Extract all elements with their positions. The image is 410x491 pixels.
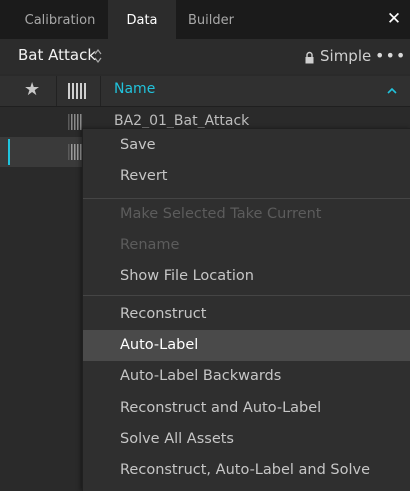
- menu-item-label: Reconstruct: [120, 306, 207, 322]
- barcode-icon[interactable]: [67, 83, 87, 99]
- menu-item-label: Revert: [120, 168, 168, 184]
- menu-item-label: Auto-Label Backwards: [120, 368, 282, 384]
- context-menu: Save Revert Make Selected Take Current R…: [82, 128, 410, 491]
- menu-item-auto-label[interactable]: Auto-Label: [83, 330, 410, 361]
- menu-item-reconstruct-auto-label-and-solve[interactable]: Reconstruct, Auto-Label and Solve: [83, 455, 410, 486]
- menu-item-reconstruct[interactable]: Reconstruct: [83, 299, 410, 330]
- menu-item-auto-label-backwards[interactable]: Auto-Label Backwards: [83, 361, 410, 392]
- menu-item-label: Show File Location: [120, 268, 254, 284]
- column-divider: [56, 76, 57, 106]
- menu-item-revert[interactable]: Revert: [83, 161, 410, 192]
- tab-bar: Calibration Data Builder ✕: [0, 0, 410, 39]
- barcode-icon: [68, 144, 82, 160]
- tab-calibration[interactable]: Calibration: [17, 0, 103, 39]
- menu-item-solve-all-assets[interactable]: Solve All Assets: [83, 424, 410, 455]
- column-divider: [100, 76, 101, 106]
- menu-item-label: Save: [120, 137, 156, 153]
- menu-item-make-selected-take-current: Make Selected Take Current: [83, 199, 410, 230]
- menu-item-label: Reconstruct, Auto-Label and Solve: [120, 462, 371, 478]
- up-down-chevron-icon[interactable]: [94, 47, 102, 65]
- close-icon[interactable]: ✕: [386, 9, 402, 29]
- name-column-header[interactable]: Name: [114, 81, 155, 97]
- column-header: ★ Name: [0, 76, 410, 107]
- menu-item-label: Solve All Assets: [120, 431, 234, 447]
- selection-indicator: [8, 139, 10, 165]
- menu-item-save[interactable]: Save: [83, 130, 410, 161]
- take-selector[interactable]: Bat Attack: [18, 46, 96, 64]
- menu-item-rename: Rename: [83, 230, 410, 261]
- star-icon[interactable]: ★: [24, 80, 42, 100]
- menu-item-label: Reconstruct and Auto-Label: [120, 400, 322, 416]
- take-header: Bat Attack Simple •••: [0, 39, 410, 74]
- tab-builder[interactable]: Builder: [180, 0, 242, 39]
- mode-label[interactable]: Simple: [320, 47, 371, 65]
- barcode-icon: [68, 114, 82, 130]
- menu-separator: [83, 295, 410, 296]
- lock-icon[interactable]: [304, 51, 315, 64]
- menu-item-reconstruct-and-auto-label[interactable]: Reconstruct and Auto-Label: [83, 393, 410, 424]
- menu-item-label: Make Selected Take Current: [120, 206, 322, 222]
- more-options-icon[interactable]: •••: [375, 48, 405, 64]
- menu-item-show-file-location[interactable]: Show File Location: [83, 261, 410, 292]
- tab-data[interactable]: Data: [108, 0, 176, 39]
- sort-ascending-icon[interactable]: [386, 86, 398, 96]
- menu-item-label: Rename: [120, 237, 180, 253]
- take-name: BA2_01_Bat_Attack: [114, 113, 250, 129]
- menu-item-label: Auto-Label: [120, 337, 199, 353]
